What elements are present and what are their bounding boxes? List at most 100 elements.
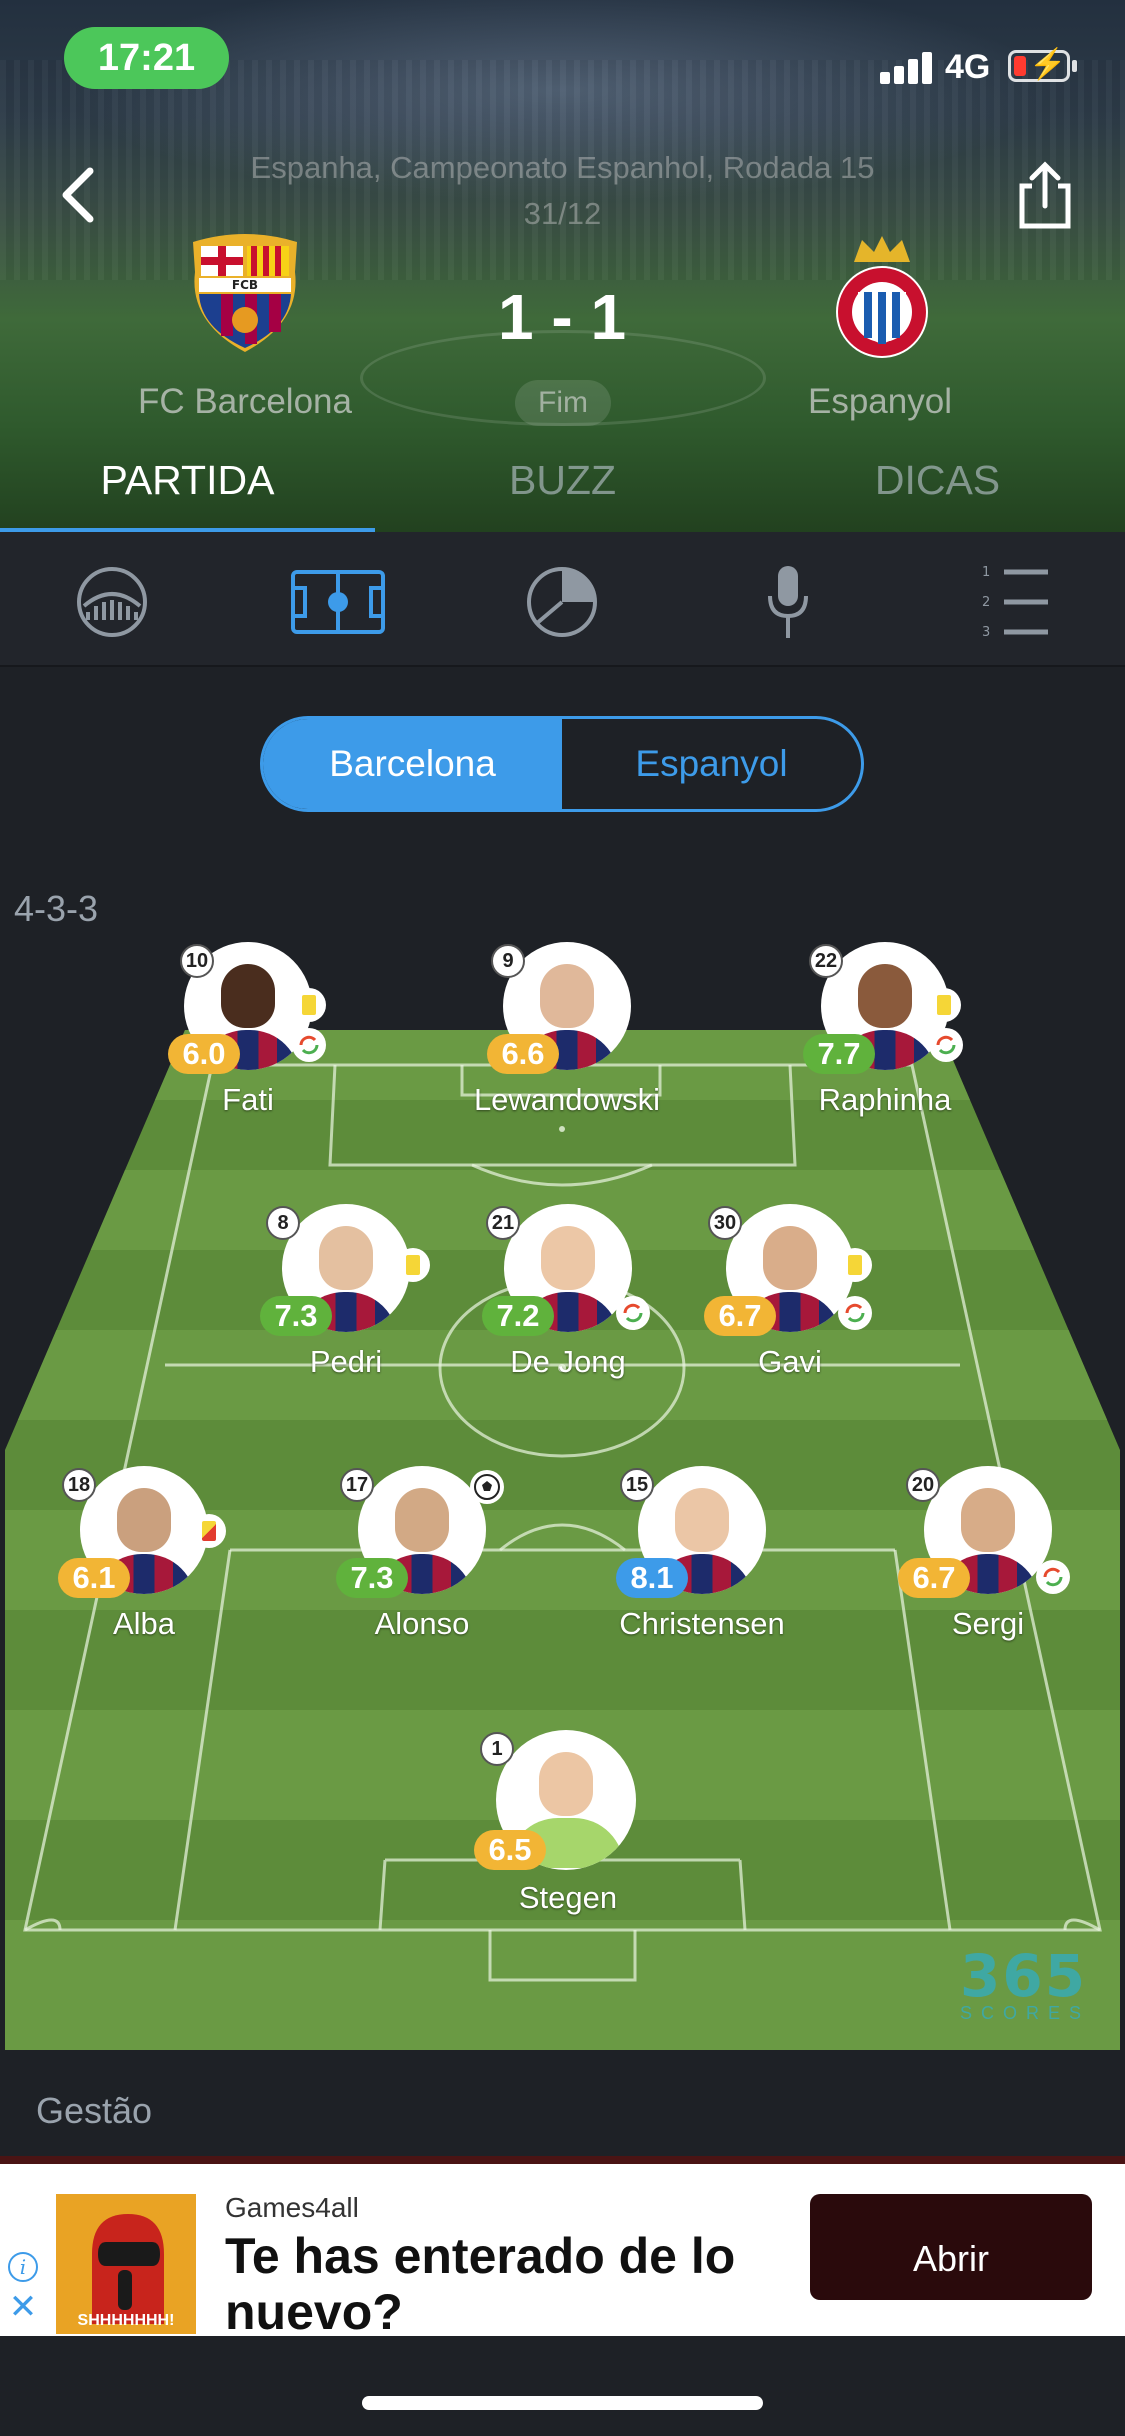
player-number: 17 [340,1468,374,1502]
substitution-icon [1036,1560,1070,1594]
ad-banner[interactable]: i ✕ SHHHHHHH! Games4all Te has enterado … [0,2156,1125,2340]
365scores-logo: 365 SCORES [960,1945,1105,2035]
section-toolbar: 1 2 3 [0,532,1125,667]
player-rating: 6.7 [704,1296,776,1336]
player-rating: 7.3 [336,1558,408,1598]
ad-info-icon[interactable]: i [8,2252,38,2282]
match-date: 31/12 [523,196,602,231]
status-bar: 17:21 4G ⚡ [0,0,1125,120]
commentary-tool-button[interactable] [748,562,828,642]
player-number: 10 [180,944,214,978]
player-name: Sergi [951,1606,1025,1641]
share-icon [1019,161,1071,229]
player-number: 18 [62,1468,96,1502]
match-header: 17:21 4G ⚡ Espanha, Campeonato Espanhol,… [0,0,1125,532]
player-rating: 6.5 [474,1830,546,1870]
ad-open-button[interactable]: Abrir [810,2194,1092,2300]
player-number: 15 [620,1468,654,1502]
yellow-card-icon [292,988,326,1022]
possession-tool-button[interactable] [522,562,602,642]
svg-text:1: 1 [982,565,990,580]
player-card-alonso[interactable]: 17 7.3 Alonso [302,1466,542,1666]
player-name: Stegen [518,1880,618,1915]
player-rating: 7.7 [803,1034,875,1074]
status-time: 17:21 [64,27,229,89]
away-team-name[interactable]: Espanyol [720,382,1040,422]
home-team-name[interactable]: FC Barcelona [85,382,405,422]
player-card-lewandowski[interactable]: 9 6.6 Lewandowski [447,942,687,1142]
home-indicator[interactable] [362,2396,763,2410]
player-rating: 6.0 [168,1034,240,1074]
player-name: Fati [222,1082,274,1117]
substitution-icon [838,1296,872,1330]
yellow-card-icon [838,1248,872,1282]
svg-text:3: 3 [982,625,990,640]
microphone-icon [768,566,808,638]
substitution-icon [929,1028,963,1062]
player-name: Raphinha [818,1082,952,1117]
barcelona-crest-icon: FCB [193,234,297,352]
tab-buzz[interactable]: BUZZ [375,440,750,532]
goal-ball-icon [470,1470,504,1504]
stats-icon [77,567,147,637]
player-card-alba[interactable]: 18 6.1 Alba [24,1466,264,1666]
brand-number: 365 [960,1942,1088,2010]
battery-tip [1072,60,1077,72]
player-name: Gavi [758,1344,822,1379]
share-button[interactable] [1012,160,1078,234]
svg-text:2: 2 [982,595,990,610]
player-rating: 6.1 [58,1558,130,1598]
player-card-raphinha[interactable]: 22 7.7 Raphinha [765,942,1005,1142]
player-name: Lewandowski [473,1082,661,1117]
player-card-gavi[interactable]: 30 6.7 Gavi [670,1204,910,1404]
player-rating: 8.1 [616,1558,688,1598]
yellow-card-icon [927,988,961,1022]
player-number: 22 [809,944,843,978]
lineup-field-icon [291,570,385,634]
match-tabs: PARTIDA BUZZ DICAS [0,440,1125,532]
player-rating: 6.6 [487,1034,559,1074]
ad-sponsor: Games4all [225,2192,359,2223]
stats-tool-button[interactable] [72,562,152,642]
player-card-sergi[interactable]: 20 6.7 Sergi [868,1466,1108,1666]
back-button[interactable] [48,160,108,230]
player-name: Alonso [374,1606,470,1641]
player-name: Pedri [309,1344,383,1379]
toggle-barcelona[interactable]: Barcelona [263,719,562,809]
battery-icon: ⚡ [1008,49,1070,82]
signal-icon [880,52,936,84]
player-number: 8 [266,1206,300,1240]
player-card-stegen[interactable]: 1 6.5 Stegen [448,1730,688,1930]
player-number: 1 [480,1732,514,1766]
ranking-tool-button[interactable]: 1 2 3 [980,562,1060,642]
competition-name: Espanha, Campeonato Espanhol, Rodada 15 [250,150,875,185]
player-name: Christensen [619,1606,785,1641]
player-number: 21 [486,1206,520,1240]
competition-info: Espanha, Campeonato Espanhol, Rodada 15 … [200,145,925,237]
team-toggle: Barcelona Espanyol [260,716,864,812]
tab-dicas[interactable]: DICAS [750,440,1125,532]
tab-partida[interactable]: PARTIDA [0,440,375,532]
ad-close-icon[interactable]: ✕ [8,2290,38,2324]
formation-label: 4-3-3 [14,888,99,929]
player-number: 30 [708,1206,742,1240]
network-label: 4G [945,48,991,86]
pie-icon [527,567,597,637]
svg-text:FCB: FCB [232,278,258,292]
player-name: De Jong [510,1344,626,1379]
substitution-icon [292,1028,326,1062]
toggle-espanyol[interactable]: Espanyol [562,719,861,809]
ad-headline[interactable]: Te has enterado de lo nuevo? [225,2228,785,2340]
player-name: Alba [112,1606,176,1641]
player-rating: 7.3 [260,1296,332,1336]
player-card-fati[interactable]: 10 6.0 Fati [128,942,368,1142]
espanyol-crest-icon [836,236,928,358]
yellow-card-icon [396,1248,430,1282]
ad-game-image[interactable]: SHHHHHHH! [56,2194,196,2334]
player-card-pedri[interactable]: 8 7.3 Pedri [226,1204,466,1404]
player-number: 9 [491,944,525,978]
lineup-tool-button[interactable] [290,562,386,642]
match-status: Fim [515,380,611,426]
player-card-de-jong[interactable]: 21 7.2 De Jong [448,1204,688,1404]
player-card-christensen[interactable]: 15 8.1 Christensen [582,1466,822,1666]
